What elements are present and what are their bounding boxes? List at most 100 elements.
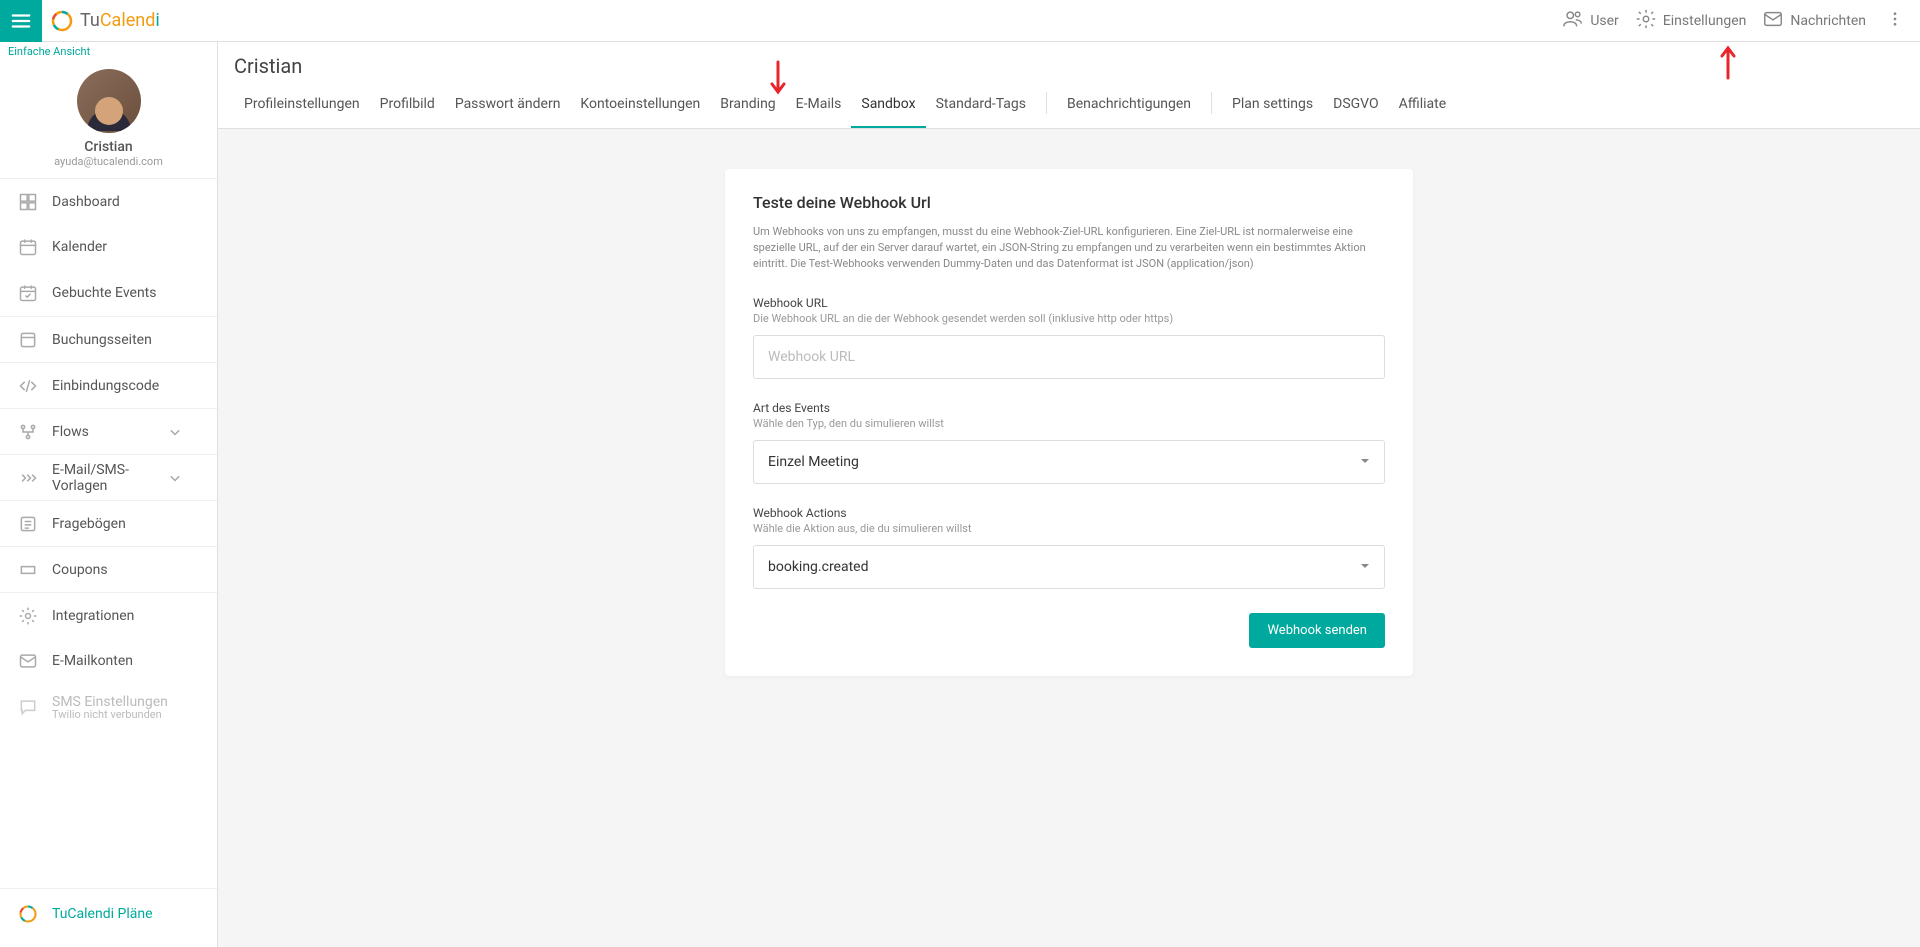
integration-icon xyxy=(18,606,38,626)
form-icon xyxy=(18,514,38,534)
hamburger-menu[interactable] xyxy=(0,0,42,42)
sidebar-item-kalender[interactable]: Kalender xyxy=(0,224,217,270)
chevron-down-icon xyxy=(165,468,185,488)
calendar-icon xyxy=(18,237,38,257)
webhook-card: Teste deine Webhook Url Um Webhooks von … xyxy=(725,169,1413,676)
sidebar-item-label: E-Mail/SMS-Vorlagen xyxy=(52,462,165,494)
tab-benachrichtigungen[interactable]: Benachrichtigungen xyxy=(1057,86,1201,128)
envelope-icon xyxy=(1762,8,1784,34)
sidebar-item-label: Fragebögen xyxy=(52,516,126,532)
sidebar-item-label: Buchungsseiten xyxy=(52,332,152,348)
tab-kontoeinstellungen[interactable]: Kontoeinstellungen xyxy=(570,86,710,128)
mail-icon xyxy=(18,651,38,671)
logo-text-i: i xyxy=(155,10,159,31)
webhook-url-hint: Die Webhook URL an die der Webhook gesen… xyxy=(753,312,1385,325)
sidebar-item-sms-einstellungen[interactable]: SMS Einstellungen Twilio nicht verbunden xyxy=(0,684,217,730)
sidebar-item-dashboard[interactable]: Dashboard xyxy=(0,178,217,224)
tab-standard-tags[interactable]: Standard-Tags xyxy=(926,86,1036,128)
sidebar-item-coupons[interactable]: Coupons xyxy=(0,546,217,592)
sidebar-item-integrationen[interactable]: Integrationen xyxy=(0,592,217,638)
sms-icon xyxy=(18,697,38,717)
tab-sandbox[interactable]: Sandbox xyxy=(851,86,925,128)
sidebar-item-email-sms-vorlagen[interactable]: E-Mail/SMS-Vorlagen xyxy=(0,454,217,500)
webhook-url-label: Webhook URL xyxy=(753,296,1385,310)
sidebar-item-einbindungscode[interactable]: Einbindungscode xyxy=(0,362,217,408)
card-title: Teste deine Webhook Url xyxy=(753,193,1385,212)
template-icon xyxy=(18,468,38,488)
page-title: Cristian xyxy=(234,54,1904,78)
event-icon xyxy=(18,283,38,303)
sidebar-item-label: Integrationen xyxy=(52,608,134,624)
logo[interactable]: TuCalendi xyxy=(50,9,160,33)
sidebar-item-label: Dashboard xyxy=(52,194,120,210)
actions-label: Webhook Actions xyxy=(753,506,1385,520)
logo-text-calend: Calend xyxy=(100,10,156,31)
avatar[interactable] xyxy=(77,69,141,133)
easy-view-toggle[interactable]: Einfache Ansicht xyxy=(0,42,217,61)
main: Cristian Profileinstellungen Profilbild … xyxy=(218,42,1920,947)
sidebar-item-sublabel: Twilio nicht verbunden xyxy=(52,708,168,721)
page-icon xyxy=(18,330,38,350)
tab-profilbild[interactable]: Profilbild xyxy=(370,86,445,128)
sidebar: Einfache Ansicht Cristian ayuda@tucalend… xyxy=(0,42,218,947)
sidebar-item-label: Einbindungscode xyxy=(52,378,159,394)
chevron-down-icon xyxy=(1360,454,1370,470)
topbar-more[interactable] xyxy=(1882,6,1908,36)
topbar-user[interactable]: User xyxy=(1562,8,1618,34)
eventtype-hint: Wähle den Typ, den du simulieren willst xyxy=(753,417,1385,430)
gear-icon xyxy=(1635,8,1657,34)
users-icon xyxy=(1562,8,1584,34)
eventtype-label: Art des Events xyxy=(753,401,1385,415)
eventtype-value: Einzel Meeting xyxy=(768,454,859,470)
profile-name: Cristian xyxy=(0,139,217,155)
topbar-messages-label: Nachrichten xyxy=(1790,13,1866,29)
topbar-user-label: User xyxy=(1590,13,1618,29)
tab-divider xyxy=(1211,92,1212,114)
sidebar-item-label: Flows xyxy=(52,424,89,440)
logo-text-tu: Tu xyxy=(80,10,100,31)
tab-profileinstellungen[interactable]: Profileinstellungen xyxy=(234,86,370,128)
eventtype-select[interactable]: Einzel Meeting xyxy=(753,440,1385,484)
header-section: Cristian Profileinstellungen Profilbild … xyxy=(218,42,1920,129)
sidebar-item-buchungsseiten[interactable]: Buchungsseiten xyxy=(0,316,217,362)
chevron-down-icon xyxy=(165,422,185,442)
sidebar-profile: Cristian ayuda@tucalendi.com xyxy=(0,61,217,178)
sidebar-item-label: TuCalendi Pläne xyxy=(52,906,153,922)
webhook-actions-select[interactable]: booking.created xyxy=(753,545,1385,589)
sidebar-item-emailkonten[interactable]: E-Mailkonten xyxy=(0,638,217,684)
actions-hint: Wähle die Aktion aus, die du simulieren … xyxy=(753,522,1385,535)
tab-dsgvo[interactable]: DSGVO xyxy=(1323,86,1389,128)
sidebar-item-frageboegen[interactable]: Fragebögen xyxy=(0,500,217,546)
tab-affiliate[interactable]: Affiliate xyxy=(1389,86,1457,128)
sidebar-item-plans[interactable]: TuCalendi Pläne xyxy=(0,895,217,933)
logo-icon xyxy=(18,904,38,924)
tab-passwort-aendern[interactable]: Passwort ändern xyxy=(445,86,571,128)
topbar: TuCalendi User Einstellungen Nachrichten xyxy=(0,0,1920,42)
annotation-arrow-up xyxy=(1719,40,1737,84)
sidebar-item-label: E-Mailkonten xyxy=(52,653,133,669)
ticket-icon xyxy=(18,560,38,580)
tab-divider xyxy=(1046,92,1047,114)
flow-icon xyxy=(18,422,38,442)
sidebar-item-label: Coupons xyxy=(52,562,108,578)
send-webhook-button[interactable]: Webhook senden xyxy=(1249,613,1385,648)
tab-emails[interactable]: E-Mails xyxy=(786,86,852,128)
topbar-messages[interactable]: Nachrichten xyxy=(1762,8,1866,34)
webhook-url-input[interactable] xyxy=(753,335,1385,379)
sidebar-item-label: Kalender xyxy=(52,239,107,255)
code-icon xyxy=(18,376,38,396)
logo-icon xyxy=(50,9,74,33)
webhook-actions-value: booking.created xyxy=(768,559,869,575)
sidebar-item-gebuchte-events[interactable]: Gebuchte Events xyxy=(0,270,217,316)
tabs: Profileinstellungen Profilbild Passwort … xyxy=(234,86,1904,128)
profile-email: ayuda@tucalendi.com xyxy=(0,155,217,168)
annotation-arrow-down xyxy=(769,60,787,104)
chevron-down-icon xyxy=(1360,559,1370,575)
card-description: Um Webhooks von uns zu empfangen, musst … xyxy=(753,224,1385,272)
sidebar-item-flows[interactable]: Flows xyxy=(0,408,217,454)
grid-icon xyxy=(18,192,38,212)
topbar-settings[interactable]: Einstellungen xyxy=(1635,8,1747,34)
tab-plan-settings[interactable]: Plan settings xyxy=(1222,86,1323,128)
topbar-settings-label: Einstellungen xyxy=(1663,13,1747,29)
sidebar-item-label: Gebuchte Events xyxy=(52,285,157,301)
